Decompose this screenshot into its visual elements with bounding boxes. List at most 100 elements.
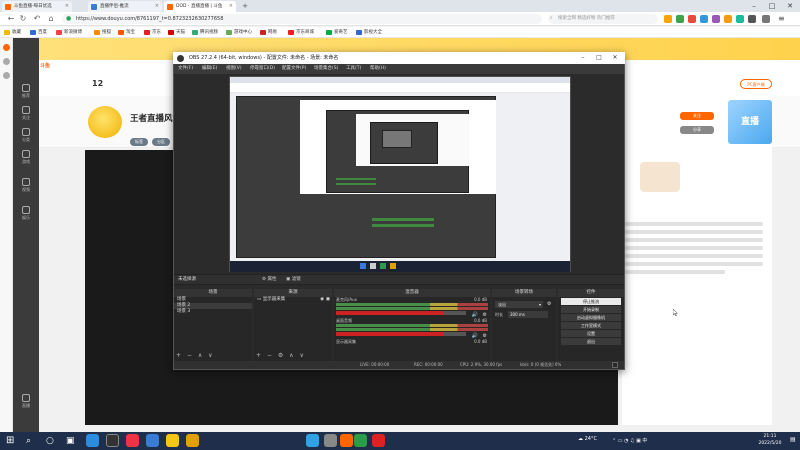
menu-scene-collection[interactable]: 场景集合(S) (314, 65, 338, 73)
bookmark-item[interactable]: 百度 (30, 28, 47, 37)
bookmark-item[interactable]: 爱奇艺 (326, 28, 348, 37)
room-tag[interactable]: 分区 (152, 138, 170, 146)
obs-maximize-button[interactable]: □ (591, 52, 607, 64)
bookmark-item[interactable]: 京东商城 (288, 28, 314, 37)
bookmark-item[interactable]: 天猫 (168, 28, 185, 37)
start-virtual-camera-button[interactable]: 启动虚拟摄像机 (561, 314, 621, 321)
duration-input[interactable]: 300 ms (508, 311, 548, 318)
start-recording-button[interactable]: 开始录制 (561, 306, 621, 313)
extension-icon[interactable] (736, 15, 744, 23)
room-tag[interactable]: 标签 (130, 138, 148, 146)
close-window-button[interactable]: ✕ (781, 0, 799, 12)
search-icon[interactable]: ⌕ (26, 435, 31, 447)
sidebar-item[interactable]: 直播 (13, 392, 39, 412)
taskbar-app[interactable] (354, 434, 367, 447)
exit-button[interactable]: 退出 (561, 338, 621, 345)
search-input[interactable]: ⌕ 搜索全网 精选好物 热门推荐 (548, 14, 658, 24)
promo-image[interactable]: 直播 (728, 100, 772, 144)
share-button[interactable]: 分享 (680, 126, 714, 134)
scene-item[interactable]: 场景 3 (174, 309, 252, 315)
menu-file[interactable]: 文件(F) (178, 65, 193, 73)
site-logo[interactable]: 斗鱼 (40, 62, 66, 72)
bookmark-item[interactable]: 京东 (144, 28, 161, 37)
address-bar[interactable]: ● https://www.douyu.com/8761197_t=0.8723… (62, 14, 542, 24)
extension-icon[interactable] (688, 15, 696, 23)
taskbar-app[interactable] (126, 434, 139, 447)
sidebar-item[interactable]: 关注 (13, 104, 39, 124)
menu-profile[interactable]: 配置文件(P) (282, 65, 306, 73)
bookmark-item[interactable]: 新浪微博 (56, 28, 82, 37)
task-view-icon[interactable]: ▣ (66, 435, 75, 447)
rail-icon[interactable] (3, 72, 10, 79)
rail-icon[interactable] (3, 58, 10, 65)
studio-mode-button[interactable]: 工作室模式 (561, 322, 621, 329)
sidebar-item[interactable]: 游戏 (13, 148, 39, 168)
tab-3[interactable]: DOD - 直播直播 | 斗鱼 × (164, 1, 236, 12)
weather-widget[interactable]: ☁ 24°C (578, 436, 597, 442)
sidebar-item[interactable]: 推荐 (13, 82, 39, 102)
menu-help[interactable]: 帮助(H) (370, 65, 386, 73)
extension-icon[interactable] (676, 15, 684, 23)
system-tray-icons[interactable]: ⌃ ▭ ◔ ♫ ▣ 中 (612, 437, 647, 444)
refresh-icon[interactable]: ↻ (18, 13, 28, 25)
close-tab-icon[interactable]: × (65, 3, 69, 9)
taskbar-app[interactable] (340, 434, 353, 447)
new-tab-button[interactable]: + (240, 2, 250, 10)
taskbar-app[interactable] (306, 434, 319, 447)
taskbar-app[interactable] (372, 434, 385, 447)
volume-fader[interactable] (336, 332, 466, 336)
client-download-button[interactable]: PC客户端 (740, 79, 772, 89)
sidebar-item[interactable]: 娱乐 (13, 204, 39, 224)
menu-docks[interactable]: 停靠窗口(D) (250, 65, 275, 73)
menu-edit[interactable]: 编辑(E) (202, 65, 217, 73)
obs-minimize-button[interactable]: – (575, 52, 591, 64)
taskbar-app-obs[interactable] (106, 434, 119, 447)
close-tab-icon[interactable]: × (229, 3, 233, 9)
tab-2[interactable]: 直播伴侣-推流 × (88, 1, 162, 12)
extension-icon[interactable] (712, 15, 720, 23)
extension-icon[interactable] (762, 15, 770, 23)
follow-button[interactable]: 关注 (680, 112, 714, 120)
bookmark-item[interactable]: 影视大全 (356, 28, 382, 37)
extension-icon[interactable] (724, 15, 732, 23)
clock[interactable]: 21:11 2022/5/20 (750, 433, 790, 447)
close-tab-icon[interactable]: × (155, 3, 159, 9)
streamer-avatar[interactable] (88, 106, 122, 138)
gear-icon[interactable]: ⚙ (547, 301, 551, 307)
bookmark-item[interactable]: 腾讯视频 (192, 28, 218, 37)
volume-fader[interactable] (336, 311, 466, 315)
extension-icon[interactable] (748, 15, 756, 23)
stop-streaming-button[interactable]: 停止推流 (561, 298, 621, 305)
bookmark-item[interactable]: 搜狐 (94, 28, 111, 37)
source-tools[interactable]: + − ⚙ ∧ ∨ (256, 352, 306, 359)
bookmark-item[interactable]: 收藏 (4, 28, 21, 37)
rail-icon[interactable] (3, 44, 10, 51)
cortana-icon[interactable]: ○ (46, 435, 54, 447)
minimize-button[interactable]: – (745, 0, 763, 12)
obs-close-button[interactable]: ✕ (607, 52, 623, 64)
notification-icon[interactable]: ▤ (790, 436, 796, 443)
undo-icon[interactable]: ↶ (32, 13, 42, 25)
taskbar-app[interactable] (166, 434, 179, 447)
menu-tools[interactable]: 工具(T) (346, 65, 361, 73)
bookmark-item[interactable]: 游戏中心 (226, 28, 252, 37)
settings-button[interactable]: 设置 (561, 330, 621, 337)
source-item[interactable]: ▭ 显示器采集 ◉ ▣ (254, 297, 332, 303)
bookmark-item[interactable]: 淘宝 (118, 28, 135, 37)
windows-start-icon[interactable]: ⊞ (6, 435, 14, 447)
tab-1[interactable]: 斗鱼直播-每日优选 × (2, 1, 72, 12)
menu-view[interactable]: 视图(V) (226, 65, 242, 73)
bookmark-item[interactable]: 网易 (260, 28, 277, 37)
transition-select[interactable]: 淡出 ▾ (495, 301, 543, 308)
sidebar-item[interactable]: 视频 (13, 176, 39, 196)
taskbar-app-browser[interactable] (86, 434, 99, 447)
taskbar-app[interactable] (186, 434, 199, 447)
extension-icon[interactable] (664, 15, 672, 23)
home-icon[interactable]: ⌂ (46, 13, 56, 25)
extension-icon[interactable] (700, 15, 708, 23)
menu-icon[interactable]: ≡ (778, 14, 785, 23)
maximize-button[interactable]: □ (763, 0, 781, 12)
back-icon[interactable]: ← (6, 13, 16, 25)
properties-button[interactable]: ⚙ 属性 (262, 276, 276, 282)
sidebar-item[interactable]: 分类 (13, 126, 39, 146)
